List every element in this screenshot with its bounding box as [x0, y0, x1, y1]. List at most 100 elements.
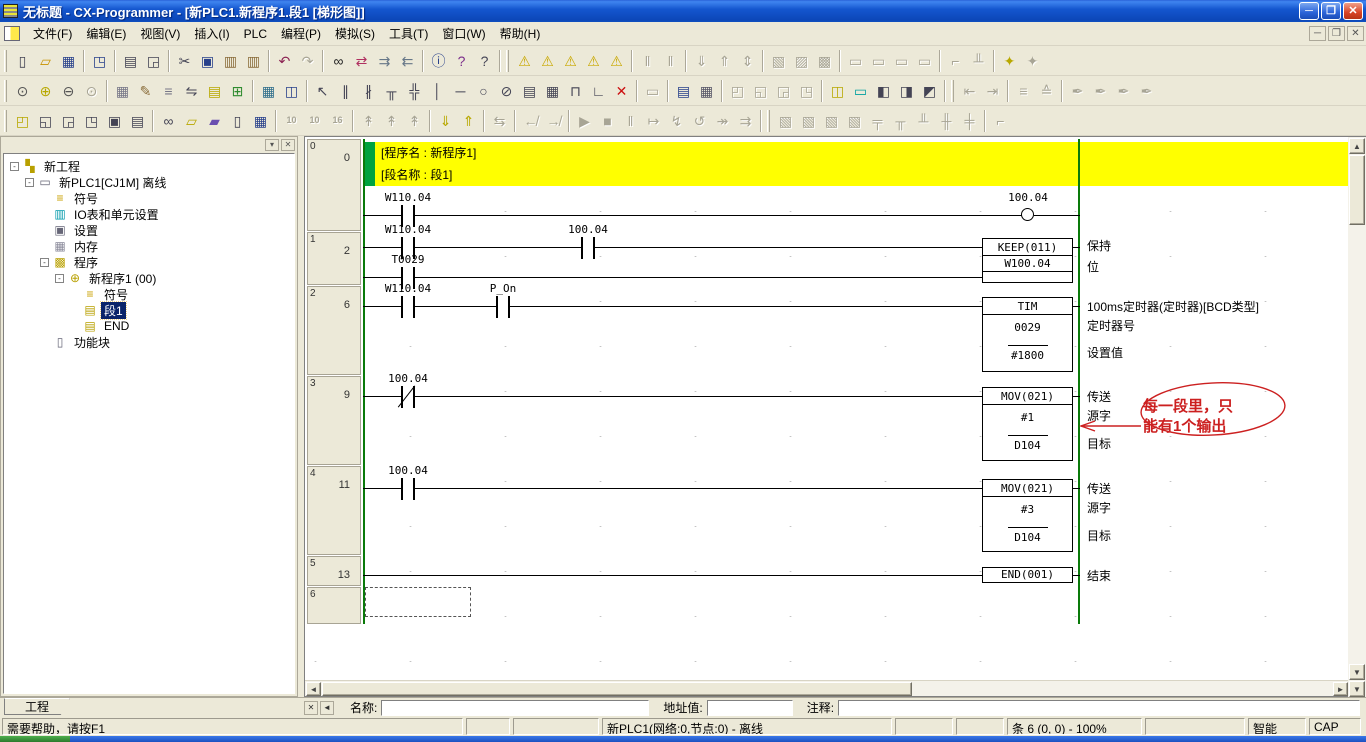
force-cancel-button[interactable]: ↟ [403, 109, 426, 132]
tree-item-IO表和单元设置[interactable]: ▥IO表和单元设置 [6, 206, 292, 222]
pause-monitor-button[interactable]: ‖ [636, 49, 659, 72]
rung-edit-4-button[interactable]: ▧ [843, 109, 866, 132]
replace-button[interactable]: ⇄ [350, 49, 373, 72]
grid-toggle-button[interactable]: ▦ [111, 79, 134, 102]
rung-margin-4[interactable]: 411 [307, 466, 361, 555]
zoom-reset-button[interactable]: ⊙ [11, 79, 34, 102]
cycle-time-button[interactable]: ⌐ [944, 49, 967, 72]
sim-scan-run-button[interactable]: ⇉ [734, 109, 757, 132]
tree-item-段1[interactable]: ▤段1 [6, 302, 292, 318]
scroll-right-icon[interactable]: ► [1333, 682, 1348, 696]
sim-run-button[interactable]: ▶ [573, 109, 596, 132]
flag-note-button[interactable]: ▰ [203, 109, 226, 132]
edit-1-button[interactable]: ◰ [726, 79, 749, 102]
tab-project[interactable]: 工程 [4, 698, 70, 715]
rail-1-button[interactable]: ╤ [866, 109, 889, 132]
transfer-warning-button[interactable]: ⚠ [605, 49, 628, 72]
address-input[interactable] [707, 700, 793, 716]
menu-item-9[interactable]: 窗口(W) [435, 24, 492, 44]
mark-4-button[interactable]: ✒ [1135, 79, 1158, 102]
verify-program-button[interactable]: ⇕ [736, 49, 759, 72]
dialog-2-button[interactable]: ◨ [895, 79, 918, 102]
watch-window-button[interactable]: ▣ [103, 109, 126, 132]
mdi-close-button[interactable]: ✕ [1347, 26, 1364, 41]
calendar-button[interactable]: ▦ [695, 79, 718, 102]
horizontal-tool-button[interactable]: ─ [449, 79, 472, 102]
rail-5-button[interactable]: ╪ [958, 109, 981, 132]
close-button[interactable]: ✕ [1343, 2, 1363, 20]
or-contact-no-tool-button[interactable]: ╥ [380, 79, 403, 102]
monitor-3-button[interactable]: ▩ [813, 49, 836, 72]
edit-4-button[interactable]: ◳ [795, 79, 818, 102]
scroll-up-icon[interactable]: ▲ [1349, 138, 1365, 154]
invert-tool-button[interactable]: ∟ [587, 79, 610, 102]
symbol-stack-button[interactable]: ▤ [672, 79, 695, 102]
plc-mode-run-button[interactable]: ▭ [913, 49, 936, 72]
find-bit-forward-button[interactable]: ⇉ [373, 49, 396, 72]
mdi-minimize-button[interactable]: ─ [1309, 26, 1326, 41]
instruction-TIM[interactable]: TIM0029#1800 [982, 297, 1073, 372]
rail-2-button[interactable]: ╥ [889, 109, 912, 132]
simulator-offline-button[interactable]: ✦ [1021, 49, 1044, 72]
tree-collapse-icon[interactable]: - [55, 274, 64, 283]
coil-closed-tool-button[interactable]: ⊘ [495, 79, 518, 102]
menu-item-2[interactable]: 编辑(E) [79, 24, 133, 44]
windows-taskbar[interactable] [0, 736, 1366, 742]
tree-item-符号[interactable]: ≡符号 [6, 190, 292, 206]
indent-right-button[interactable]: ⇥ [981, 79, 1004, 102]
tree-item-设置[interactable]: ▣设置 [6, 222, 292, 238]
plc-mode-debug-button[interactable]: ▭ [867, 49, 890, 72]
scroll-down-icon-2[interactable]: ▼ [1349, 681, 1365, 697]
program-tree-view-button[interactable]: ⊞ [226, 79, 249, 102]
check-program-button[interactable]: ⚠ [513, 49, 536, 72]
monitor-1-button[interactable]: ▧ [767, 49, 790, 72]
ladder-canvas[interactable]: [程序名 : 新程序1][段名称 : 段1]001226394115136W11… [305, 137, 1348, 682]
instruction-KEEP(011)[interactable]: KEEP(011)W100.04 [982, 238, 1073, 283]
instruction-END(001)[interactable]: END(001) [982, 567, 1073, 583]
plc-mode-monitor-button[interactable]: ▭ [890, 49, 913, 72]
menu-item-3[interactable]: 视图(V) [133, 24, 187, 44]
toolbar-handle[interactable] [4, 50, 7, 72]
tree-item-内存[interactable]: ▦内存 [6, 238, 292, 254]
sim-pause-button[interactable]: ‖ [619, 109, 642, 132]
rail-4-button[interactable]: ╫ [935, 109, 958, 132]
scroll-left-icon[interactable]: ◄ [306, 682, 321, 696]
instruction-MOV(021)[interactable]: MOV(021)#3D104 [982, 479, 1073, 552]
rail-3-button[interactable]: ╨ [912, 109, 935, 132]
restore-button[interactable]: ❐ [1321, 2, 1341, 20]
horizontal-scroll-thumb[interactable] [322, 682, 912, 696]
rung-edit-2-button[interactable]: ▧ [797, 109, 820, 132]
find-button[interactable]: ∞ [327, 49, 350, 72]
zoom-in-button[interactable]: ⊕ [34, 79, 57, 102]
menu-item-10[interactable]: 帮助(H) [493, 24, 548, 44]
menu-item-6[interactable]: 编程(P) [274, 24, 328, 44]
instruction-tool-3-button[interactable]: ⊓ [564, 79, 587, 102]
sim-step-in-button[interactable]: ↯ [665, 109, 688, 132]
check-all-programs-button[interactable]: ⚠ [536, 49, 559, 72]
instruction-MOV(021)[interactable]: MOV(021)#1D104 [982, 387, 1073, 461]
sim-step-out-button[interactable]: ↺ [688, 109, 711, 132]
rung-margin-5[interactable]: 513 [307, 556, 361, 586]
mark-2-button[interactable]: ✒ [1089, 79, 1112, 102]
minimize-button[interactable]: ─ [1299, 2, 1319, 20]
edit-window-button[interactable]: ◱ [34, 109, 57, 132]
mdi-restore-button[interactable]: ❐ [1328, 26, 1345, 41]
contact-W110.04[interactable] [401, 296, 415, 318]
rung-margin-3[interactable]: 39 [307, 376, 361, 465]
title-bar[interactable]: 无标题 - CX-Programmer - [新PLC1.新程序1.段1 [梯形… [0, 0, 1366, 22]
mnemonic-view-button[interactable]: ▦ [257, 79, 280, 102]
info-button[interactable]: ⓘ [427, 49, 450, 72]
delete-tool-button[interactable]: ✕ [610, 79, 633, 102]
hex-16-button[interactable]: 16 [326, 109, 349, 132]
print-button[interactable]: ▤ [119, 49, 142, 72]
mark-3-button[interactable]: ✒ [1112, 79, 1135, 102]
edit-3-button[interactable]: ◲ [772, 79, 795, 102]
contact-100.04[interactable] [401, 386, 415, 408]
io-monitor-button[interactable]: ◫ [826, 79, 849, 102]
tree-item-符号[interactable]: ≡符号 [6, 286, 292, 302]
rung-annotation-button[interactable]: ▤ [203, 79, 226, 102]
tree-item-程序[interactable]: -▩程序 [6, 254, 292, 270]
contact-100.04[interactable] [581, 237, 595, 259]
find-warning-button[interactable]: ⚠ [559, 49, 582, 72]
or-contact-nc-tool-button[interactable]: ╬ [403, 79, 426, 102]
